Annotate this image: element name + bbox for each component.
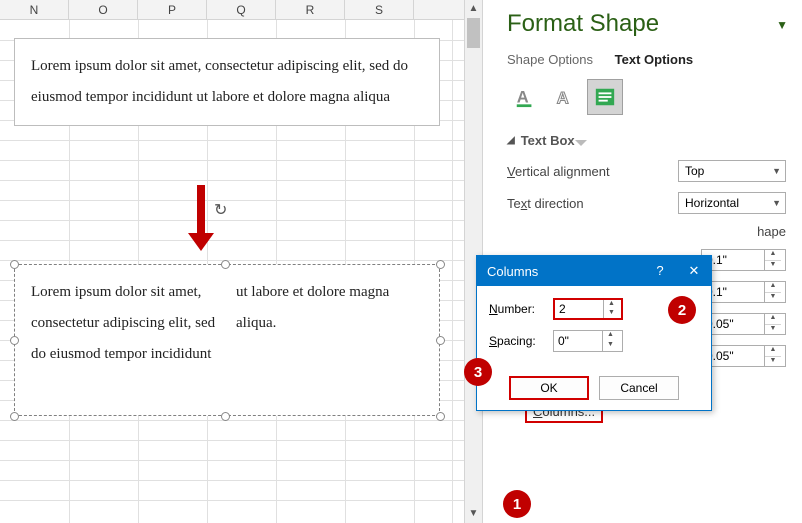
- spin-down-icon[interactable]: ▼: [765, 261, 781, 271]
- col-header[interactable]: Q: [207, 0, 276, 19]
- number-spinner[interactable]: ▲▼: [553, 298, 623, 320]
- col-header[interactable]: N: [0, 0, 69, 19]
- chevron-down-icon: ▼: [772, 166, 781, 176]
- col-header[interactable]: O: [69, 0, 138, 19]
- annotation-badge-3: 3: [464, 358, 492, 386]
- svg-text:A: A: [517, 89, 529, 107]
- col-header[interactable]: R: [276, 0, 345, 19]
- spacing-spinner[interactable]: ▲▼: [553, 330, 623, 352]
- cancel-button[interactable]: Cancel: [599, 376, 679, 400]
- annotation-badge-1: 1: [503, 490, 531, 518]
- section-text-box[interactable]: ◢Text Box: [507, 133, 786, 148]
- spin-down-icon[interactable]: ▼: [765, 325, 781, 335]
- spin-down-icon[interactable]: ▼: [765, 293, 781, 303]
- scroll-thumb[interactable]: [467, 18, 480, 48]
- text-direction-combo[interactable]: Horizontal▼: [678, 192, 786, 214]
- dialog-titlebar[interactable]: Columns ? ✕: [477, 256, 711, 286]
- scroll-down-icon[interactable]: ▼: [465, 505, 482, 523]
- spin-up-icon[interactable]: ▲: [765, 346, 781, 357]
- resize-handle[interactable]: [436, 412, 445, 421]
- textbox-single-column[interactable]: Lorem ipsum dolor sit amet, consectetur …: [14, 38, 440, 126]
- spin-up-icon[interactable]: ▲: [765, 282, 781, 293]
- scroll-up-icon[interactable]: ▲: [465, 0, 482, 18]
- spreadsheet-area: N O P Q R S Lorem ipsum dolor sit amet, …: [0, 0, 482, 523]
- resize-handle[interactable]: [10, 260, 19, 269]
- resize-handle[interactable]: [221, 412, 230, 421]
- resize-handle[interactable]: [436, 336, 445, 345]
- chevron-down-icon: ▼: [772, 198, 781, 208]
- rotate-handle-icon[interactable]: ↻: [214, 200, 232, 218]
- resize-handle[interactable]: [221, 260, 230, 269]
- help-icon[interactable]: ?: [643, 256, 677, 286]
- spin-up-icon[interactable]: ▲: [765, 314, 781, 325]
- spin-up-icon[interactable]: ▲: [604, 300, 619, 309]
- close-icon[interactable]: ✕: [677, 256, 711, 286]
- text-fill-outline-icon[interactable]: A: [507, 79, 543, 115]
- tab-shape-options[interactable]: Shape Options: [507, 52, 593, 67]
- ok-button[interactable]: OK: [509, 376, 589, 400]
- columns-dialog: Columns ? ✕ Number: ▲▼ Spacing: ▲▼ OK Ca…: [476, 255, 712, 411]
- spin-up-icon[interactable]: ▲: [603, 331, 618, 341]
- arrow-annotation-icon: [188, 185, 214, 251]
- top-margin-spinner[interactable]: ▲▼: [701, 313, 786, 335]
- spin-down-icon[interactable]: ▼: [604, 309, 619, 318]
- resize-handle[interactable]: [436, 260, 445, 269]
- vertical-alignment-combo[interactable]: Top▼: [678, 160, 786, 182]
- text-effects-icon[interactable]: A: [547, 79, 583, 115]
- resize-handle[interactable]: [10, 412, 19, 421]
- collapse-triangle-icon: ◢: [507, 135, 515, 146]
- vertical-alignment-label: Vertical alignment: [507, 164, 610, 179]
- resize-handle[interactable]: [10, 336, 19, 345]
- col-header[interactable]: P: [138, 0, 207, 19]
- dialog-title: Columns: [487, 264, 538, 279]
- tab-text-options[interactable]: Text Options: [615, 52, 693, 67]
- pane-title: Format Shape: [507, 10, 786, 38]
- svg-text:A: A: [557, 89, 569, 107]
- selected-tab-pointer-icon: [575, 140, 587, 146]
- right-margin-spinner[interactable]: ▲▼: [701, 281, 786, 303]
- spin-up-icon[interactable]: ▲: [765, 250, 781, 261]
- annotation-badge-2: 2: [668, 296, 696, 324]
- resize-shape-label-partial: hape: [757, 224, 786, 239]
- spacing-label: Spacing:: [489, 334, 545, 348]
- bottom-margin-spinner[interactable]: ▲▼: [701, 345, 786, 367]
- column-headers: N O P Q R S: [0, 0, 482, 20]
- grid[interactable]: Lorem ipsum dolor sit amet, consectetur …: [0, 20, 482, 523]
- spin-down-icon[interactable]: ▼: [603, 341, 618, 351]
- spin-down-icon[interactable]: ▼: [765, 357, 781, 367]
- pane-menu-icon[interactable]: ▼: [776, 18, 788, 32]
- textbox-two-column[interactable]: Lorem ipsum dolor sit amet, consectetur …: [14, 264, 440, 416]
- left-margin-spinner[interactable]: ▲▼: [701, 249, 786, 271]
- number-label: Number:: [489, 302, 545, 316]
- text-direction-label: Text direction: [507, 196, 584, 211]
- textbox-icon[interactable]: [587, 79, 623, 115]
- col-header[interactable]: S: [345, 0, 414, 19]
